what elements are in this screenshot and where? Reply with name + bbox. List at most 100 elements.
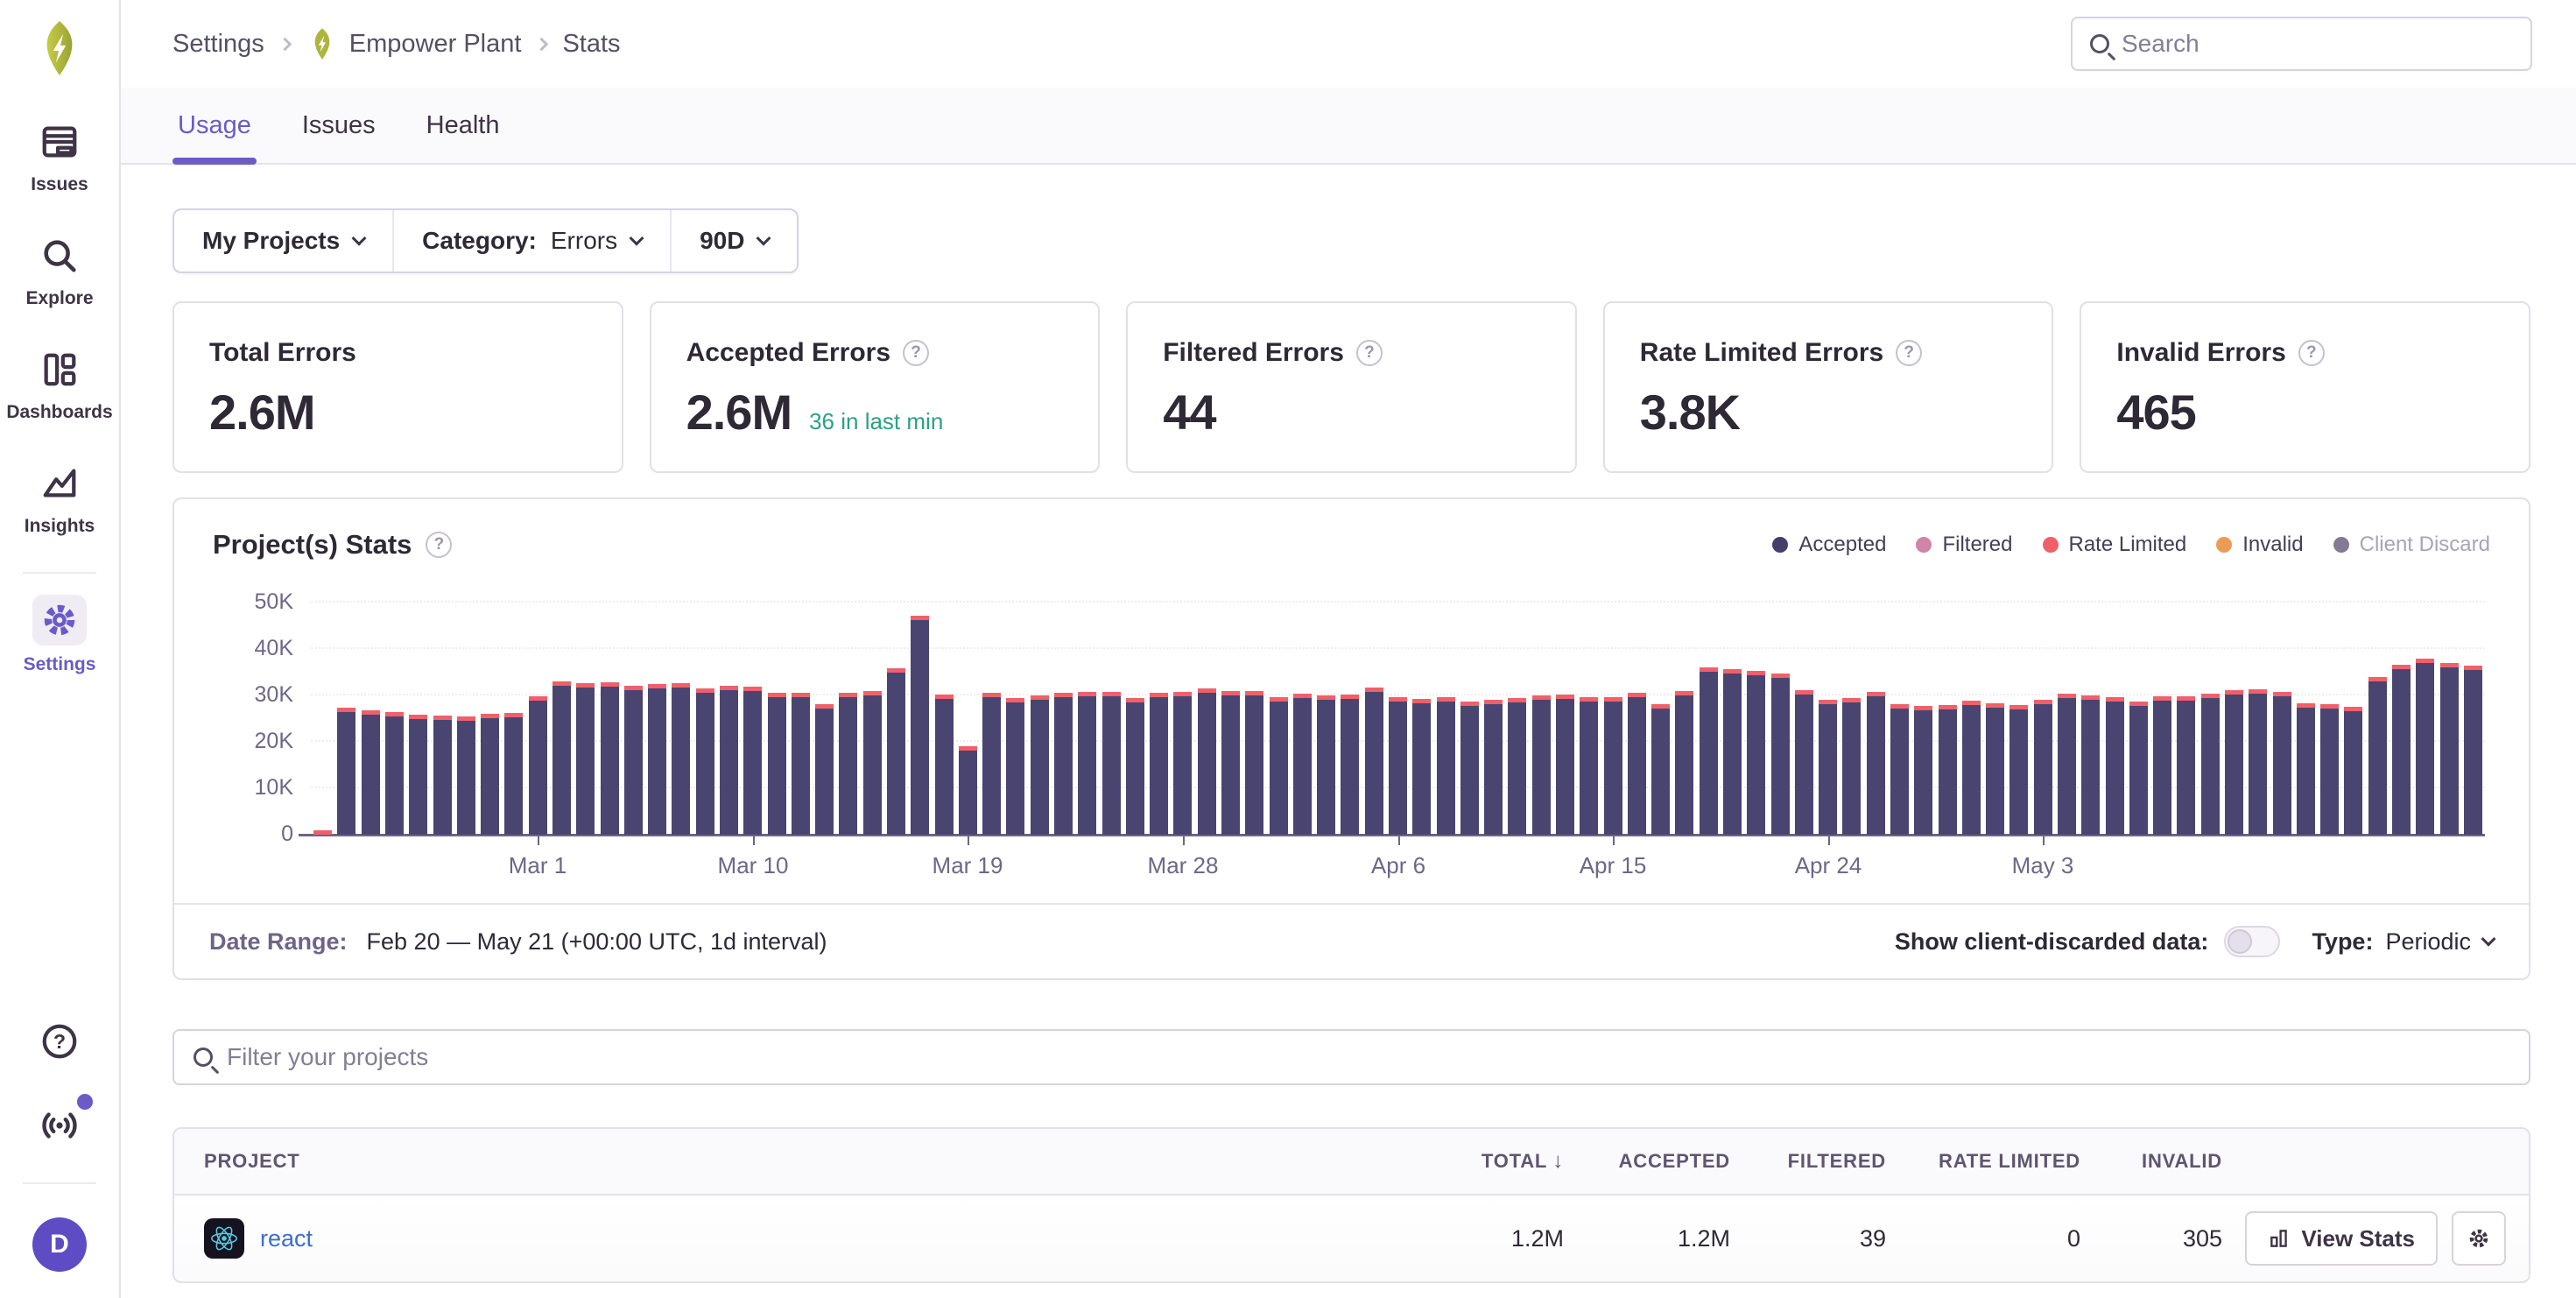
chart-bar[interactable] (863, 691, 882, 835)
breadcrumb-stats[interactable]: Stats (562, 30, 620, 59)
chart-bar[interactable] (1006, 698, 1024, 835)
chart-bar[interactable] (1365, 688, 1383, 835)
info-icon[interactable]: ? (1356, 340, 1383, 366)
chart-bar[interactable] (1221, 691, 1240, 835)
project-settings-button[interactable] (2452, 1211, 2506, 1266)
chart-bar[interactable] (553, 681, 571, 835)
chart-bar[interactable] (1842, 698, 1861, 835)
sidebar-item-settings[interactable]: Settings (24, 595, 96, 675)
chart-bar[interactable] (2464, 666, 2482, 835)
legend-item-accepted[interactable]: Accepted (1772, 533, 1886, 557)
projects-filter-dropdown[interactable]: My Projects (174, 210, 392, 272)
chart-bar[interactable] (1986, 703, 2004, 835)
chart-bar[interactable] (2058, 694, 2076, 835)
tab-health[interactable]: Health (421, 88, 505, 163)
chart-bar[interactable] (768, 693, 786, 835)
chart-bar[interactable] (1054, 693, 1073, 835)
chart-bar[interactable] (911, 616, 929, 835)
project-filter-input[interactable] (227, 1043, 2509, 1071)
breadcrumb-organization[interactable]: Empower Plant (306, 27, 522, 60)
chart-bar[interactable] (1914, 706, 1932, 835)
info-icon[interactable]: ? (903, 340, 929, 366)
chart-bar[interactable] (2297, 703, 2315, 835)
chart-bar[interactable] (2129, 702, 2148, 835)
chart-bar[interactable] (2368, 677, 2387, 835)
chart-bar[interactable] (1604, 697, 1622, 835)
chart-bar[interactable] (1293, 694, 1312, 835)
org-logo-icon[interactable] (31, 19, 88, 81)
chart-bar[interactable] (1890, 704, 1909, 835)
chart-bar[interactable] (2320, 704, 2339, 835)
chart-bar[interactable] (1795, 690, 1813, 835)
chart-bar[interactable] (601, 682, 619, 835)
chart-bar[interactable] (2201, 694, 2220, 835)
global-search[interactable] (2071, 17, 2532, 71)
chart-bar[interactable] (1723, 669, 1742, 835)
chart-bar[interactable] (648, 684, 666, 835)
chart-bar[interactable] (839, 693, 857, 835)
chart-bar[interactable] (1317, 695, 1335, 835)
sidebar-item-dashboards[interactable]: Dashboards (6, 346, 112, 423)
chart-bar[interactable] (1556, 695, 1574, 835)
period-filter-dropdown[interactable]: 90D (670, 210, 797, 272)
chart-bar[interactable] (1198, 688, 1216, 835)
global-search-input[interactable] (2122, 30, 2513, 58)
col-rate-limited[interactable]: RATE LIMITED (1886, 1150, 2080, 1173)
col-total[interactable]: TOTAL↓ (1384, 1149, 1564, 1174)
chart-bar[interactable] (624, 686, 643, 835)
chart-bar[interactable] (2273, 692, 2291, 835)
chart-bar[interactable] (1460, 702, 1479, 835)
chart-bar[interactable] (696, 688, 714, 835)
chart-bar[interactable] (792, 693, 810, 835)
info-icon[interactable]: ? (1896, 340, 1922, 366)
chart-bar[interactable] (313, 830, 332, 835)
user-avatar[interactable]: D (32, 1217, 87, 1272)
chart-bar[interactable] (1031, 695, 1049, 835)
chart-bar[interactable] (1532, 695, 1551, 835)
chart-bar[interactable] (1651, 704, 1670, 835)
chart-bar[interactable] (1962, 701, 1981, 835)
chart-bar[interactable] (1580, 697, 1598, 835)
sidebar-item-explore[interactable]: Explore (25, 232, 93, 309)
chart-bar[interactable] (409, 715, 427, 835)
chart-bar[interactable] (1939, 705, 1957, 835)
chart-bar[interactable] (2081, 695, 2100, 835)
chart-bar[interactable] (1412, 699, 1431, 835)
legend-item-client-discard[interactable]: Client Discard (2333, 533, 2490, 557)
chart-bar[interactable] (337, 708, 355, 835)
legend-item-filtered[interactable]: Filtered (1916, 533, 2012, 557)
chart-bar[interactable] (815, 704, 834, 835)
view-stats-button[interactable]: View Stats (2245, 1211, 2438, 1266)
chart-bar[interactable] (1700, 667, 1718, 835)
chart-bar[interactable] (1389, 697, 1407, 835)
chart-bar[interactable] (2416, 659, 2434, 835)
project-link[interactable]: react (260, 1225, 313, 1252)
chart-bar[interactable] (1102, 692, 1121, 835)
chart-bar[interactable] (672, 683, 690, 835)
chart-bar[interactable] (959, 746, 977, 835)
chart-bar[interactable] (1508, 698, 1526, 835)
chart-bar[interactable] (457, 716, 475, 835)
chart-bar[interactable] (1819, 700, 1837, 835)
chart-bar[interactable] (2440, 663, 2459, 835)
chart-bar[interactable] (529, 696, 547, 835)
sidebar-item-issues[interactable]: Issues (31, 118, 88, 195)
category-filter-dropdown[interactable]: Category: Errors (392, 210, 670, 272)
chart-bar[interactable] (2034, 700, 2052, 835)
chart-bar[interactable] (1771, 674, 1790, 835)
chart-bar[interactable] (1341, 695, 1359, 835)
chart-bar[interactable] (2106, 697, 2124, 835)
chart-bar[interactable] (2392, 665, 2411, 835)
chart-bar[interactable] (2344, 707, 2362, 835)
tab-issues[interactable]: Issues (297, 88, 381, 163)
chart-bar[interactable] (2009, 705, 2028, 835)
sidebar-item-insights[interactable]: Insights (25, 460, 95, 537)
type-dropdown[interactable]: Type: Periodic (2312, 928, 2494, 956)
info-icon[interactable]: ? (2298, 340, 2325, 366)
chart-bar[interactable] (504, 713, 523, 835)
chart-bar[interactable] (362, 710, 380, 835)
chart-bar[interactable] (2177, 696, 2195, 835)
chart-bar[interactable] (1173, 692, 1192, 835)
chart-bar[interactable] (743, 687, 762, 835)
chart-bar[interactable] (385, 712, 404, 835)
